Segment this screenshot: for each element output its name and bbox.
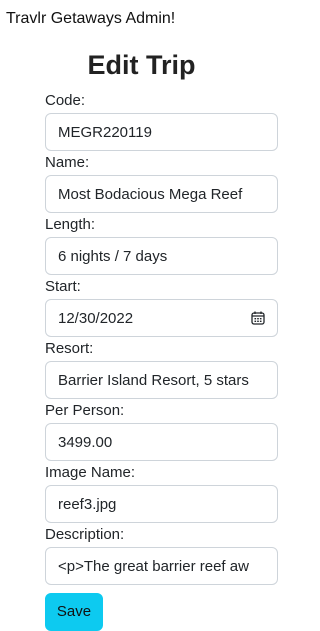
length-group: Length: 6 nights / 7 days xyxy=(45,215,278,277)
edit-trip-form: Code: MEGR220119 Name: Most Bodacious Me… xyxy=(45,91,278,631)
description-label: Description: xyxy=(45,526,125,543)
description-value: <p>The great barrier reef aw xyxy=(58,557,249,575)
resort-label: Resort: xyxy=(45,340,94,357)
description-group: Description: <p>The great barrier reef a… xyxy=(45,525,278,587)
length-value: 6 nights / 7 days xyxy=(58,247,168,265)
resort-value: Barrier Island Resort, 5 stars xyxy=(58,371,249,389)
image-name-input[interactable]: reef3.jpg xyxy=(45,485,278,523)
image-name-group: Image Name: reef3.jpg xyxy=(45,463,278,525)
per-person-value: 3499.00 xyxy=(58,433,113,451)
name-input[interactable]: Most Bodacious Mega Reef xyxy=(45,175,278,213)
start-value: 12/30/2022 xyxy=(58,309,134,327)
code-label: Code: xyxy=(45,92,86,109)
per-person-input[interactable]: 3499.00 xyxy=(45,423,278,461)
start-group: Start: 12/30/2022 xyxy=(45,277,278,339)
resort-input[interactable]: Barrier Island Resort, 5 stars xyxy=(45,361,278,399)
name-label: Name: xyxy=(45,154,90,171)
name-value: Most Bodacious Mega Reef xyxy=(58,185,243,203)
name-group: Name: Most Bodacious Mega Reef xyxy=(45,153,278,215)
page-title: Edit Trip xyxy=(87,50,196,80)
image-name-value: reef3.jpg xyxy=(58,495,117,513)
per-person-group: Per Person: 3499.00 xyxy=(45,401,278,463)
start-label: Start: xyxy=(45,278,81,295)
code-input[interactable]: MEGR220119 xyxy=(45,113,278,151)
image-name-label: Image Name: xyxy=(45,464,136,481)
length-input[interactable]: 6 nights / 7 days xyxy=(45,237,278,275)
calendar-icon[interactable] xyxy=(251,311,265,325)
start-date-input[interactable]: 12/30/2022 xyxy=(45,299,278,337)
resort-group: Resort: Barrier Island Resort, 5 stars xyxy=(45,339,278,401)
per-person-label: Per Person: xyxy=(45,402,125,419)
description-input[interactable]: <p>The great barrier reef aw xyxy=(45,547,278,585)
code-group: Code: MEGR220119 xyxy=(45,91,278,153)
save-button[interactable]: Save xyxy=(45,593,103,631)
code-value: MEGR220119 xyxy=(58,123,152,141)
app-brand: Travlr Getaways Admin! xyxy=(6,10,176,27)
length-label: Length: xyxy=(45,216,96,233)
